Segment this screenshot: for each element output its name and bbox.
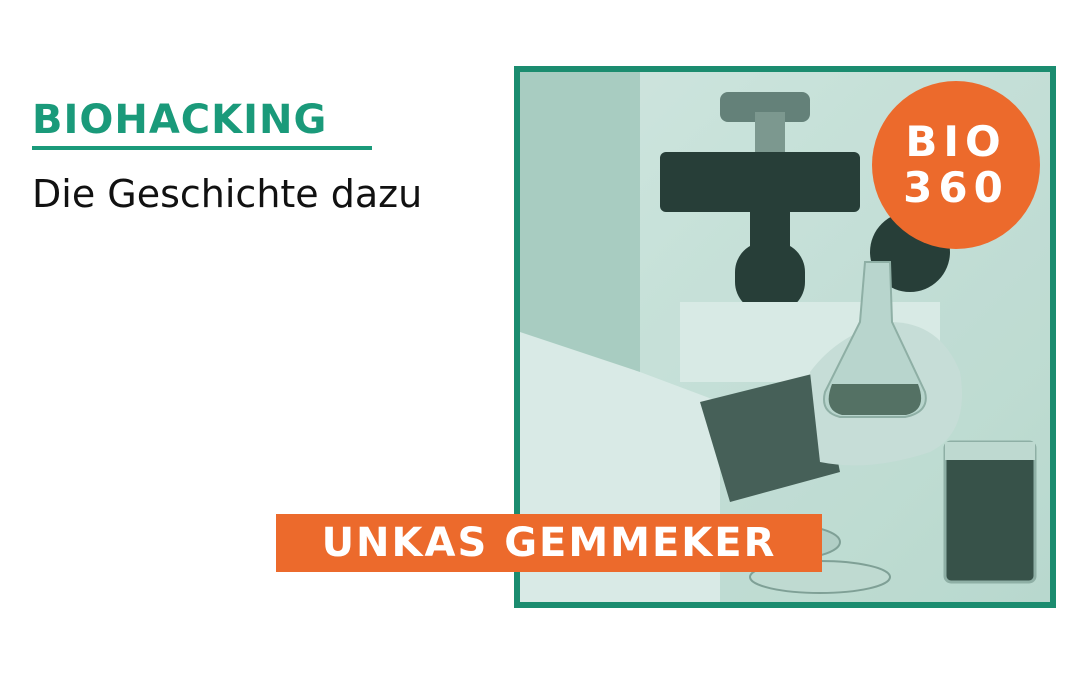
badge-line-2: 360: [903, 163, 1009, 212]
category-underline: [32, 146, 372, 150]
page-subtitle: Die Geschichte dazu: [32, 172, 423, 216]
author-name-banner: UNKAS GEMMEKER: [276, 514, 822, 572]
category-heading: BIOHACKING: [32, 97, 328, 143]
badge-line-1: BIO: [905, 117, 1007, 166]
bio360-logo-badge: BIO 360: [872, 81, 1040, 249]
